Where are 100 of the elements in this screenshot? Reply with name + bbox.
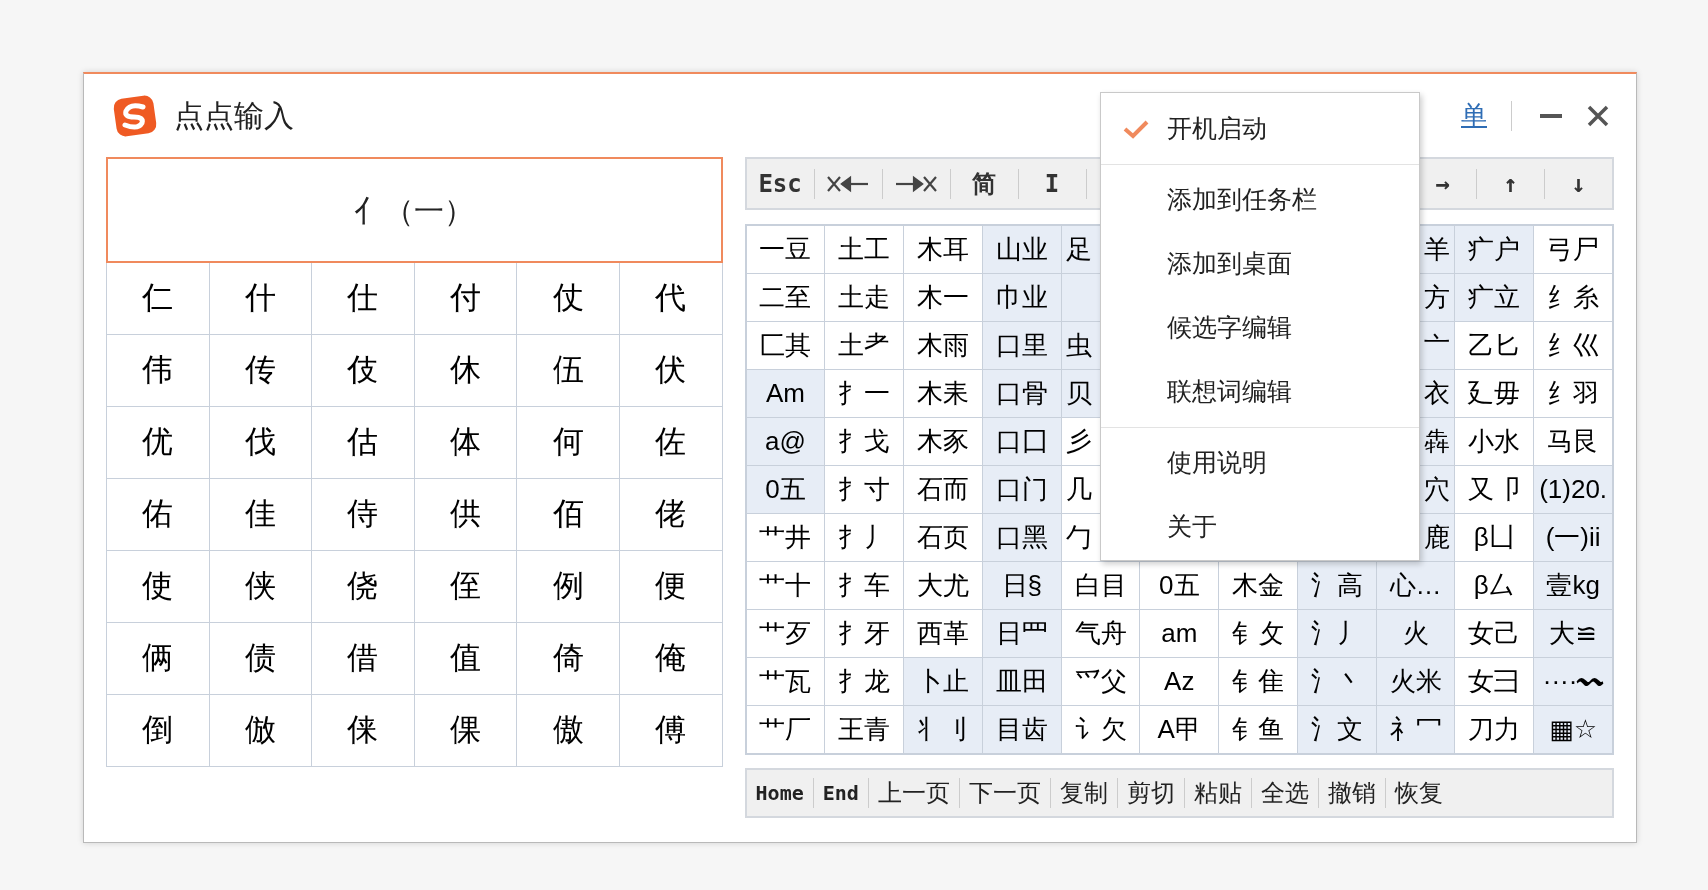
toolbar-button[interactable]: ↑ <box>1477 159 1544 208</box>
toolbar-button[interactable]: 剪切 <box>1117 770 1184 816</box>
radical-key[interactable]: 扌一 <box>825 370 904 417</box>
radical-key[interactable]: 氵高 <box>1297 562 1376 609</box>
radical-key[interactable]: 匚其 <box>746 322 825 369</box>
menu-item[interactable]: 关于 <box>1101 495 1419 559</box>
radical-key[interactable]: 大尤 <box>904 562 982 609</box>
radical-key[interactable]: 女彐 <box>1455 658 1534 705</box>
toolbar-button[interactable]: 复制 <box>1050 770 1117 816</box>
candidate-key[interactable]: 仁 <box>107 263 209 334</box>
radical-key[interactable]: 丬刂 <box>904 706 982 753</box>
radical-key[interactable]: 氵文 <box>1297 706 1376 753</box>
radical-key[interactable]: ▦☆ <box>1534 706 1612 753</box>
candidate-key[interactable]: 侍 <box>312 479 414 550</box>
candidate-key[interactable]: 仕 <box>312 263 414 334</box>
radical-key[interactable]: 纟糸 <box>1534 274 1612 321</box>
radical-key[interactable]: 木耒 <box>904 370 982 417</box>
candidate-key[interactable]: 付 <box>414 263 517 334</box>
toolbar-button[interactable]: 撤销 <box>1318 770 1385 816</box>
radical-key[interactable]: 钅攵 <box>1219 610 1297 657</box>
radical-key[interactable]: β厶 <box>1455 562 1534 609</box>
candidate-key[interactable]: 倒 <box>107 695 209 766</box>
candidate-key[interactable]: 侠 <box>209 551 312 622</box>
radical-key[interactable]: 口黑 <box>982 514 1061 561</box>
candidate-key[interactable]: 代 <box>619 263 722 334</box>
candidate-key[interactable]: 供 <box>414 479 517 550</box>
candidate-key[interactable]: 仗 <box>517 263 619 334</box>
radical-key[interactable]: (一)ii <box>1534 514 1612 561</box>
candidate-key[interactable]: 俫 <box>312 695 414 766</box>
candidate-key[interactable]: 借 <box>312 623 414 694</box>
radical-key[interactable]: 日§ <box>982 562 1061 609</box>
radical-key[interactable]: 石页 <box>904 514 982 561</box>
radical-key[interactable]: 气舟 <box>1061 610 1140 657</box>
candidate-key[interactable]: 例 <box>517 551 619 622</box>
toolbar-button[interactable]: 全选 <box>1251 770 1318 816</box>
radical-key[interactable]: 土耂 <box>825 322 904 369</box>
candidate-key[interactable]: 倮 <box>414 695 517 766</box>
menu-link[interactable]: 单 <box>1461 96 1487 135</box>
radical-key[interactable]: 廴毋 <box>1455 370 1534 417</box>
radical-key[interactable]: 卜止 <box>904 658 982 705</box>
toolbar-button[interactable]: 粘贴 <box>1184 770 1251 816</box>
radical-key[interactable]: 氵丿 <box>1297 610 1376 657</box>
radical-key[interactable]: 木豕 <box>904 418 982 465</box>
radical-key[interactable]: 山业 <box>982 226 1061 273</box>
candidate-key[interactable]: 伏 <box>619 335 722 406</box>
radical-key[interactable]: 王青 <box>825 706 904 753</box>
candidate-key[interactable]: 使 <box>107 551 209 622</box>
radical-key[interactable]: 白目 <box>1061 562 1140 609</box>
radical-key[interactable]: 目齿 <box>982 706 1061 753</box>
radical-key[interactable]: 二至 <box>746 274 825 321</box>
radical-key[interactable]: 木雨 <box>904 322 982 369</box>
radical-key[interactable]: 艹瓦 <box>746 658 825 705</box>
radical-key[interactable]: 礻冖 <box>1376 706 1455 753</box>
menu-item[interactable]: 联想词编辑 <box>1101 360 1419 424</box>
candidate-key[interactable]: 值 <box>414 623 517 694</box>
radical-key[interactable]: Am <box>746 370 825 417</box>
candidate-key[interactable]: 俺 <box>619 623 722 694</box>
radical-key[interactable]: 艹井 <box>746 514 825 561</box>
candidate-key[interactable]: 伍 <box>517 335 619 406</box>
candidate-key[interactable]: 佑 <box>107 479 209 550</box>
candidate-key[interactable]: 伎 <box>312 335 414 406</box>
radical-key[interactable]: 艹歹 <box>746 610 825 657</box>
candidate-key[interactable]: 侥 <box>312 551 414 622</box>
radical-key[interactable]: 口里 <box>982 322 1061 369</box>
radical-key[interactable]: A甲 <box>1140 706 1219 753</box>
radical-key[interactable]: 巾业 <box>982 274 1061 321</box>
radical-key[interactable]: 弓尸 <box>1534 226 1612 273</box>
radical-key[interactable]: 0五 <box>1140 562 1219 609</box>
toolbar-button[interactable]: Esc <box>746 159 814 208</box>
radical-key[interactable]: 0五 <box>746 466 825 513</box>
menu-item[interactable]: 使用说明 <box>1101 431 1419 495</box>
radical-key[interactable]: 小水 <box>1455 418 1534 465</box>
toolbar-button[interactable]: Home <box>746 770 813 816</box>
candidate-key[interactable]: 什 <box>209 263 312 334</box>
candidate-key[interactable]: 伟 <box>107 335 209 406</box>
radical-key[interactable]: 乙匕 <box>1455 322 1534 369</box>
radical-key[interactable]: β凵 <box>1455 514 1534 561</box>
radical-key[interactable]: 钅隹 <box>1219 658 1297 705</box>
radical-key[interactable]: 一豆 <box>746 226 825 273</box>
radical-key[interactable]: 土工 <box>825 226 904 273</box>
candidate-key[interactable]: 傲 <box>517 695 619 766</box>
radical-key[interactable]: 扌寸 <box>825 466 904 513</box>
radical-key[interactable]: 艹厂 <box>746 706 825 753</box>
radical-key[interactable]: 西革 <box>904 610 982 657</box>
toolbar-button[interactable]: ↓ <box>1545 159 1612 208</box>
menu-item[interactable]: 添加到桌面 <box>1101 232 1419 296</box>
radical-key[interactable]: 扌戈 <box>825 418 904 465</box>
radical-key[interactable]: a@ <box>746 418 825 465</box>
candidate-key[interactable]: 伐 <box>209 407 312 478</box>
radical-key[interactable]: 刀力 <box>1455 706 1534 753</box>
radical-key[interactable]: 口囗 <box>982 418 1061 465</box>
radical-key[interactable]: 钅鱼 <box>1219 706 1297 753</box>
radical-key[interactable]: 木耳 <box>904 226 982 273</box>
radical-key[interactable]: 木金 <box>1219 562 1297 609</box>
menu-item[interactable]: 候选字编辑 <box>1101 296 1419 360</box>
candidate-key[interactable]: 侄 <box>414 551 517 622</box>
radical-key[interactable]: 又卩 <box>1455 466 1534 513</box>
radical-key[interactable]: 木一 <box>904 274 982 321</box>
candidate-key[interactable]: 佬 <box>619 479 722 550</box>
menu-item[interactable]: 开机启动 <box>1101 97 1419 161</box>
